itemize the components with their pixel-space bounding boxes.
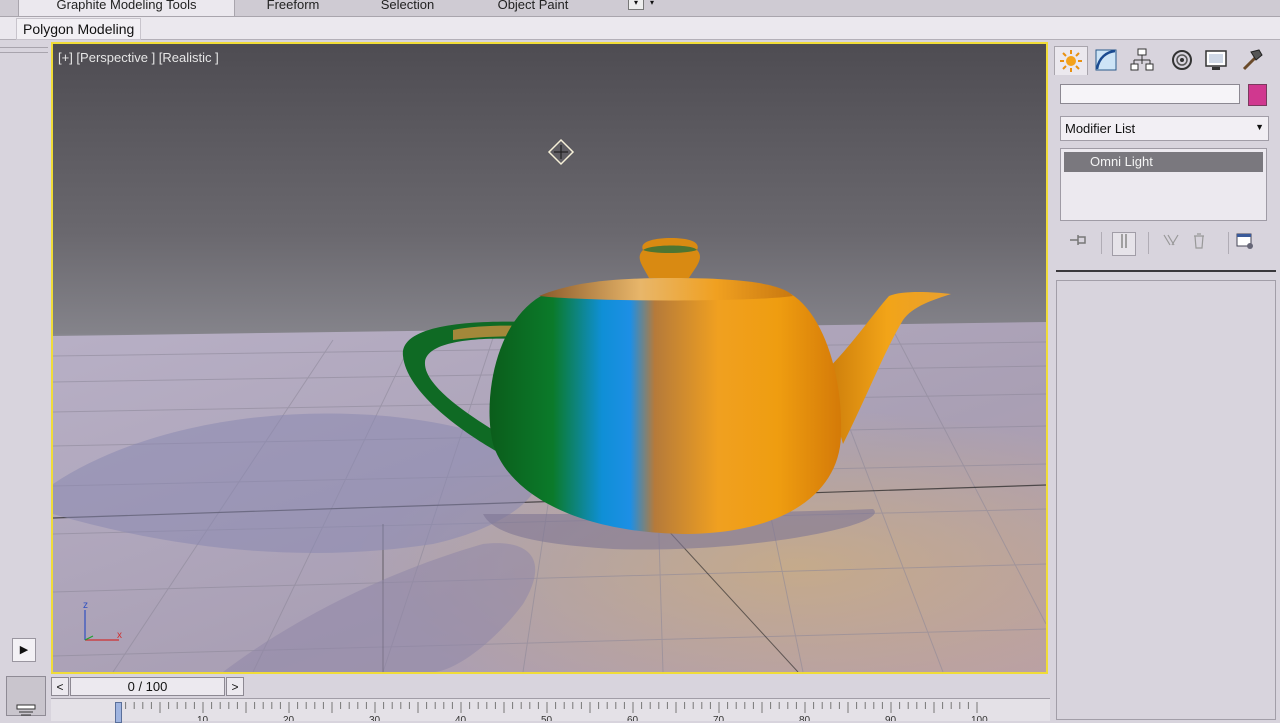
track-bar-tick-label: 40 bbox=[455, 715, 467, 721]
track-bar-ruler: 10 20 30 40 50 60 70 80 90 100 bbox=[116, 702, 988, 721]
divider bbox=[0, 52, 48, 53]
make-unique-button[interactable] bbox=[1160, 232, 1182, 254]
configure-modifier-sets-button[interactable] bbox=[1234, 232, 1256, 254]
configure-sets-icon bbox=[1236, 233, 1253, 249]
create-tab[interactable] bbox=[1054, 46, 1088, 75]
modifier-stack-item[interactable]: Omni Light bbox=[1064, 152, 1263, 172]
polygon-modeling-panel-button[interactable]: Polygon Modeling bbox=[16, 18, 142, 40]
modifier-stack: Omni Light bbox=[1060, 148, 1267, 221]
command-panel: Modifier List ▼ Omni Light bbox=[1050, 42, 1280, 720]
track-bar[interactable]: 10 20 30 40 50 60 70 80 90 100 bbox=[51, 698, 1050, 723]
hierarchy-tab[interactable] bbox=[1126, 46, 1158, 74]
viewport-scene: x z bbox=[53, 138, 1046, 672]
rollout-area bbox=[1056, 280, 1276, 720]
time-slider: < 0 / 100 > bbox=[51, 676, 1048, 696]
utilities-icon bbox=[1242, 49, 1263, 71]
modifier-list-label: Modifier List bbox=[1065, 121, 1136, 136]
omni-light-gizmo[interactable] bbox=[547, 138, 575, 166]
tab-selection[interactable]: Selection bbox=[355, 0, 460, 16]
tab-freeform[interactable]: Freeform bbox=[240, 0, 346, 16]
perspective-viewport[interactable]: x z [+] [Perspective ] [Realistic ] bbox=[51, 42, 1048, 674]
teapot-lid-knob bbox=[639, 238, 700, 278]
track-bar-tick-label: 70 bbox=[713, 715, 725, 721]
time-slider-thumb[interactable]: 0 / 100 bbox=[70, 677, 225, 696]
dropdown-arrow-icon: ▼ bbox=[1255, 122, 1264, 132]
object-name-field[interactable] bbox=[1060, 84, 1240, 104]
axis-x-label: x bbox=[117, 630, 122, 641]
modifier-list-dropdown[interactable]: Modifier List ▼ bbox=[1060, 116, 1269, 141]
axis-z-label: z bbox=[83, 600, 88, 611]
ribbon-tab-bar: Graphite Modeling Tools Freeform Selecti… bbox=[0, 0, 1280, 17]
show-end-result-button[interactable] bbox=[1112, 232, 1136, 256]
utilities-tab[interactable] bbox=[1236, 46, 1268, 74]
track-bar-tick-label: 90 bbox=[885, 715, 897, 721]
tab-graphite-modeling-tools[interactable]: Graphite Modeling Tools bbox=[18, 0, 235, 16]
motion-tab[interactable] bbox=[1166, 46, 1198, 74]
display-tab[interactable] bbox=[1200, 46, 1232, 74]
track-bar-tick-label: 10 bbox=[197, 715, 209, 721]
show-end-result-icon bbox=[1121, 234, 1127, 248]
next-frame-button[interactable]: > bbox=[226, 677, 244, 696]
pin-icon bbox=[1070, 235, 1086, 245]
divider bbox=[0, 47, 48, 48]
hierarchy-icon bbox=[1130, 48, 1154, 71]
viewport-label-menu[interactable]: [+] [Perspective ] [Realistic ] bbox=[58, 50, 219, 65]
track-bar-tick-label: 80 bbox=[799, 715, 811, 721]
track-bar-tick-label: 30 bbox=[369, 715, 381, 721]
tab-object-paint[interactable]: Object Paint bbox=[475, 0, 591, 16]
track-bar-tick-label: 100 bbox=[971, 715, 988, 721]
object-color-swatch[interactable] bbox=[1248, 84, 1267, 106]
modify-tab[interactable] bbox=[1090, 46, 1122, 74]
make-unique-icon bbox=[1163, 234, 1179, 246]
open-mini-curve-editor-icon[interactable] bbox=[14, 703, 38, 719]
modify-icon bbox=[1095, 49, 1117, 71]
remove-modifier-button[interactable] bbox=[1188, 232, 1210, 254]
track-bar-tick-label: 50 bbox=[541, 715, 553, 721]
teapot-lid bbox=[539, 278, 793, 301]
trash-icon bbox=[1194, 233, 1204, 249]
divider bbox=[1101, 232, 1102, 254]
teapot-body bbox=[489, 285, 842, 534]
ribbon-options-arrow-icon[interactable]: ▾ bbox=[650, 0, 654, 7]
divider bbox=[1148, 232, 1149, 254]
motion-icon bbox=[1172, 50, 1192, 70]
curve-editor-icon bbox=[16, 704, 36, 716]
divider bbox=[1056, 270, 1276, 272]
left-toolbar: ▶ bbox=[0, 40, 48, 720]
track-bar-tick-label: 20 bbox=[283, 715, 295, 721]
expand-arrow-button[interactable]: ▶ bbox=[12, 638, 36, 662]
pin-stack-button[interactable] bbox=[1068, 232, 1090, 254]
track-bar-tick-label: 60 bbox=[627, 715, 639, 721]
display-icon bbox=[1205, 50, 1227, 70]
divider bbox=[1228, 232, 1229, 254]
previous-frame-button[interactable]: < bbox=[51, 677, 69, 696]
ribbon-panel: Polygon Modeling bbox=[0, 17, 1280, 40]
ribbon-options-button[interactable]: ▾ bbox=[628, 0, 644, 10]
create-icon bbox=[1060, 50, 1082, 72]
